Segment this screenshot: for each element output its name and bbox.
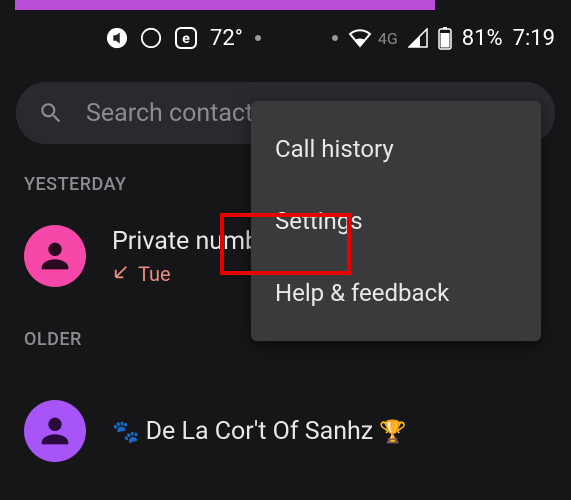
- paw-icon: 🐾: [112, 420, 139, 445]
- temperature-label: 72°: [210, 26, 243, 51]
- missed-call-icon: [112, 262, 130, 286]
- notification-dot: [332, 35, 338, 41]
- search-icon: [38, 100, 64, 126]
- menu-item-call-history[interactable]: Call history: [251, 113, 541, 185]
- signal-icon: [408, 28, 428, 48]
- clock-label: 7:19: [513, 26, 555, 51]
- volume-icon: [106, 27, 128, 49]
- avatar: [24, 225, 86, 287]
- svg-text:e: e: [182, 31, 190, 47]
- notification-dot: [255, 35, 261, 41]
- avatar: [24, 400, 86, 462]
- search-placeholder: Search contacts: [86, 99, 266, 128]
- battery-icon: [438, 26, 452, 50]
- call-day: Tue: [138, 262, 171, 286]
- battery-percent-label: 81%: [462, 26, 503, 51]
- network-type-label: 4G: [378, 29, 398, 48]
- app-icon: e: [174, 26, 198, 50]
- call-item[interactable]: 🐾 De La Cor't Of Sanhz 🏆: [0, 368, 571, 474]
- status-bar: e 72° 4G 81% 7:19: [0, 10, 571, 66]
- dnd-icon: [140, 27, 162, 49]
- trophy-icon: 🏆: [379, 420, 406, 445]
- menu-item-help[interactable]: Help & feedback: [251, 257, 541, 329]
- overflow-menu: Call history Settings Help & feedback: [251, 101, 541, 341]
- call-name: 🐾 De La Cor't Of Sanhz 🏆: [112, 417, 547, 446]
- accent-bar: [15, 0, 435, 10]
- wifi-icon: [348, 28, 372, 48]
- menu-item-settings[interactable]: Settings: [251, 185, 541, 257]
